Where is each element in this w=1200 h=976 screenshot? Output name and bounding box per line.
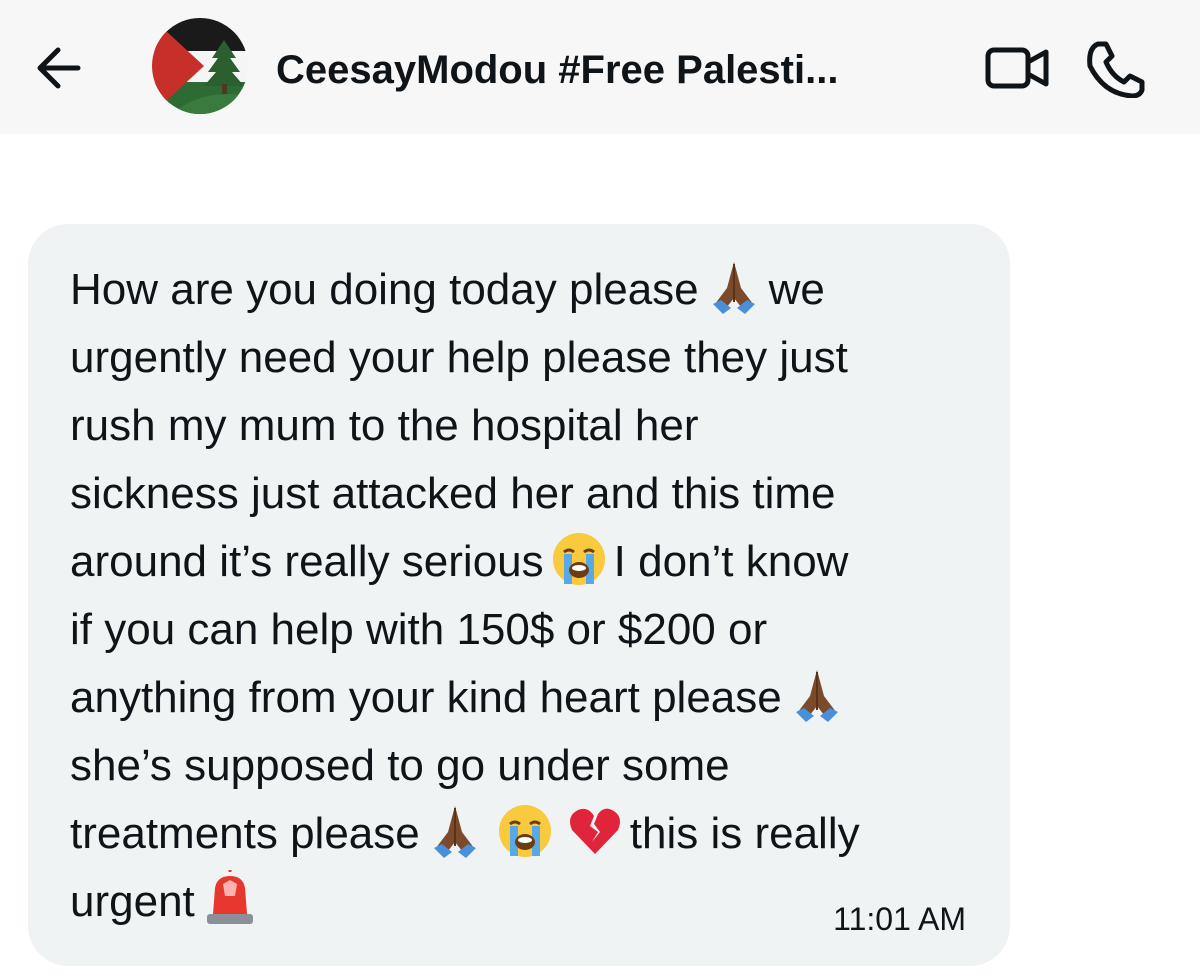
message-timestamp: 11:01 AM — [833, 901, 966, 937]
message-line: urgently need your help please they just — [70, 333, 848, 382]
video-call-button[interactable] — [982, 42, 1054, 94]
praying-hands-icon — [788, 666, 846, 724]
message-text: How are you doing today please we urgentl… — [70, 256, 970, 936]
palestine-flag-avatar-icon — [152, 18, 248, 114]
message-line: anything from your kind heart please — [70, 664, 970, 732]
loudly-crying-face-icon — [496, 802, 554, 860]
message-line: if you can help with 150$ or $200 or — [70, 605, 768, 654]
message-line: treatments please this is really — [70, 800, 970, 868]
arrow-left-icon — [37, 47, 81, 89]
back-button[interactable] — [28, 40, 92, 96]
message-bubble[interactable]: How are you doing today please we urgentl… — [28, 224, 1010, 966]
video-camera-icon — [985, 47, 1049, 89]
avatar[interactable] — [152, 18, 248, 114]
praying-hands-icon — [705, 258, 763, 316]
police-light-icon — [201, 870, 259, 928]
contact-name[interactable]: CeesayModou #Free Palesti... — [276, 44, 838, 96]
phone-icon — [1087, 41, 1145, 99]
loudly-crying-face-icon — [550, 530, 608, 588]
message-line: How are you doing today please we — [70, 256, 970, 324]
message-line: sickness just attacked her and this time — [70, 469, 836, 518]
message-line: rush my mum to the hospital her — [70, 401, 699, 450]
voice-call-button[interactable] — [1082, 38, 1146, 99]
message-line: around it’s really serious I don’t know — [70, 528, 970, 596]
message-line: she’s supposed to go under some — [70, 741, 730, 790]
conversation-header: CeesayModou #Free Palesti... — [0, 0, 1200, 134]
broken-heart-icon — [566, 802, 624, 860]
praying-hands-icon — [426, 802, 484, 860]
